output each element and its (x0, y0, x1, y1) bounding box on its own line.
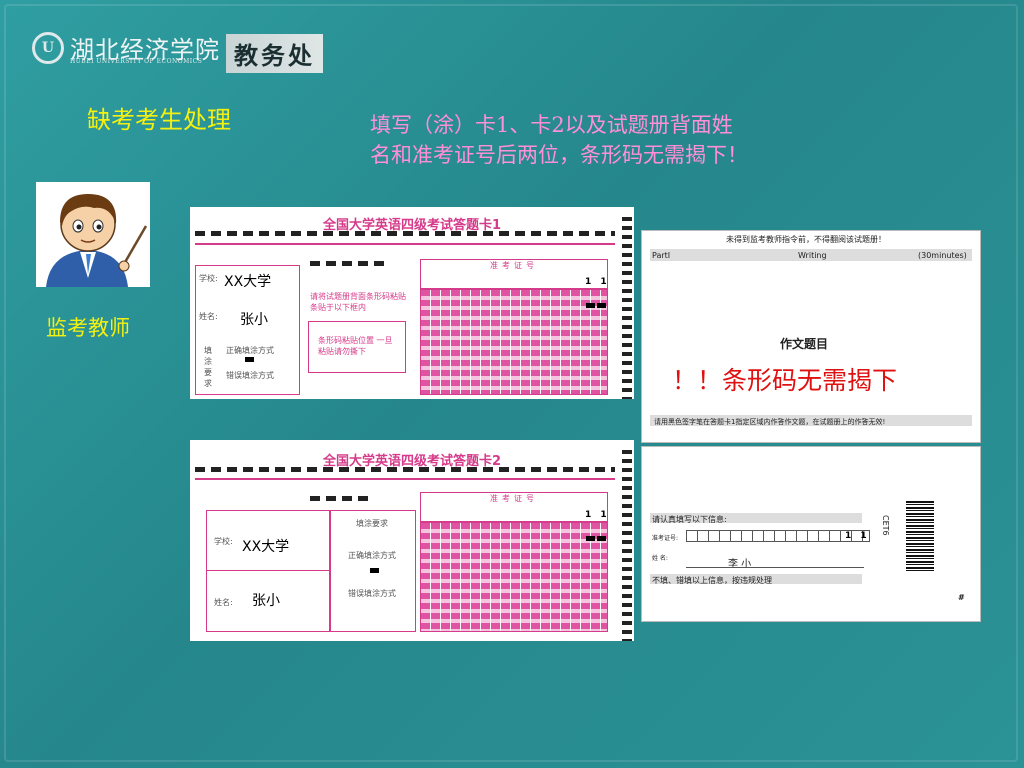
card1-wrong-label: 错误填涂方式 (226, 371, 274, 380)
card2-correct-mark (370, 568, 379, 573)
booklet-barcode-icon (906, 501, 934, 571)
card1-id-header: 准考证号 (420, 259, 608, 289)
booklet-page-mark: # (958, 593, 965, 602)
booklet-cet-label: CET6 (881, 515, 890, 536)
booklet-essay-label: 作文题目 (780, 337, 829, 351)
booklet-section-label: Writing (798, 251, 827, 260)
card1-filled-bubble (597, 303, 606, 308)
card1-mid-dashes (310, 261, 390, 266)
teacher-illustration (36, 182, 150, 287)
card2-info-box (206, 510, 330, 632)
card1-rule (195, 243, 615, 245)
booklet-red-notice: ！！条形码无需揭下 (672, 366, 898, 395)
card1-school-value: XX大学 (224, 274, 272, 290)
card2-filled-bubble (597, 536, 606, 541)
card1-id-digits: 1 1 (585, 277, 610, 287)
answer-card-2: 全国大学英语四级考试答题卡2 学校: XX大学 姓名: 张小 填涂要求 正确填涂… (190, 440, 634, 641)
slide-title: 缺考考生处理 (87, 106, 231, 134)
card2-id-digits: 1 1 (585, 510, 610, 520)
university-seal-icon: U (32, 32, 64, 64)
university-name-en: HUBEI UNIVERSITY OF ECONOMICS (70, 58, 203, 65)
teacher-cartoon-icon (46, 194, 148, 287)
card2-id-bubble-grid (420, 522, 608, 632)
booklet-name-label: 姓 名: (652, 555, 668, 562)
booklet-part-label: PartI (652, 251, 671, 260)
card2-fill-req-label: 填涂要求 (356, 519, 388, 528)
card1-name-label: 姓名: (199, 312, 218, 321)
answer-card-1: 全国大学英语四级考试答题卡1 学校: XX大学 姓名: 张小 填 涂 要 求 正… (190, 207, 634, 399)
booklet-time-label: (30minutes) (918, 251, 967, 260)
card1-barcode-hint: 请将试题册背面条形码粘贴条贴于以下框内 (310, 292, 406, 312)
card1-timing-marks (195, 231, 615, 236)
card1-name-value: 张小 (240, 312, 268, 328)
instruction-note: 填写（涂）卡1、卡2以及试题册背面姓 名和准考证号后两位，条形码无需揭下！ (370, 110, 830, 170)
card2-timing-marks (195, 467, 615, 472)
university-logo: U 湖北经济学院 HUBEI UNIVERSITY OF ECONOMICS 教… (28, 28, 348, 73)
card2-correct-label: 正确填涂方式 (348, 551, 396, 560)
card1-correct-mark (245, 357, 254, 362)
card1-school-label: 学校: (199, 274, 218, 283)
card1-id-bubble-grid (420, 289, 608, 395)
booklet-front: 未得到监考教师指令前，不得翻阅该试题册！ PartI Writing (30mi… (641, 230, 981, 443)
booklet-top-notice: 未得到监考教师指令前，不得翻阅该试题册！ (726, 235, 886, 244)
booklet-id-digits: 1 1 (845, 531, 870, 541)
card2-mid-dashes (310, 496, 370, 501)
slide-background: U 湖北经济学院 HUBEI UNIVERSITY OF ECONOMICS 教… (0, 0, 1024, 768)
card2-rule (195, 478, 615, 480)
booklet-id-cells (686, 530, 870, 542)
booklet-warning: 不填、错填以上信息，按违规处理 (652, 576, 772, 585)
teacher-caption: 监考教师 (46, 316, 130, 340)
card1-side-marks (622, 217, 632, 399)
booklet-confirm-label: 请认真填写以下信息: (652, 515, 727, 524)
card2-wrong-label: 错误填涂方式 (348, 589, 396, 598)
card2-school-label: 学校: (214, 537, 233, 546)
card1-paste-hint: 条形码粘贴位置 一旦粘贴请勿撕下 (318, 336, 393, 356)
card2-info-divider (206, 570, 330, 571)
card2-filled-bubble (586, 536, 595, 541)
card2-name-value: 张小 (252, 593, 280, 609)
instruction-line-2: 名和准考证号后两位，条形码无需揭下！ (370, 143, 748, 167)
booklet-bottom-notice: 请用黑色签字笔在答题卡1指定区域内作答作文题，在试题册上的作答无效! (654, 418, 886, 426)
card1-correct-label: 正确填涂方式 (226, 346, 274, 355)
card1-filled-bubble (586, 303, 595, 308)
card2-id-header: 准考证号 (420, 492, 608, 522)
instruction-line-1: 填写（涂）卡1、卡2以及试题册背面姓 (370, 113, 733, 137)
card1-fill-req-label: 填 涂 要 求 (204, 346, 212, 388)
booklet-back: 请认真填写以下信息: 准考证号: 1 1 姓 名: 李 小 不填、错填以上信息，… (641, 446, 981, 622)
department-name: 教务处 (226, 34, 323, 73)
booklet-id-label: 准考证号: (652, 535, 679, 542)
card2-name-label: 姓名: (214, 598, 233, 607)
card2-school-value: XX大学 (242, 539, 290, 555)
card2-side-marks (622, 450, 632, 641)
booklet-name-line (686, 567, 864, 568)
